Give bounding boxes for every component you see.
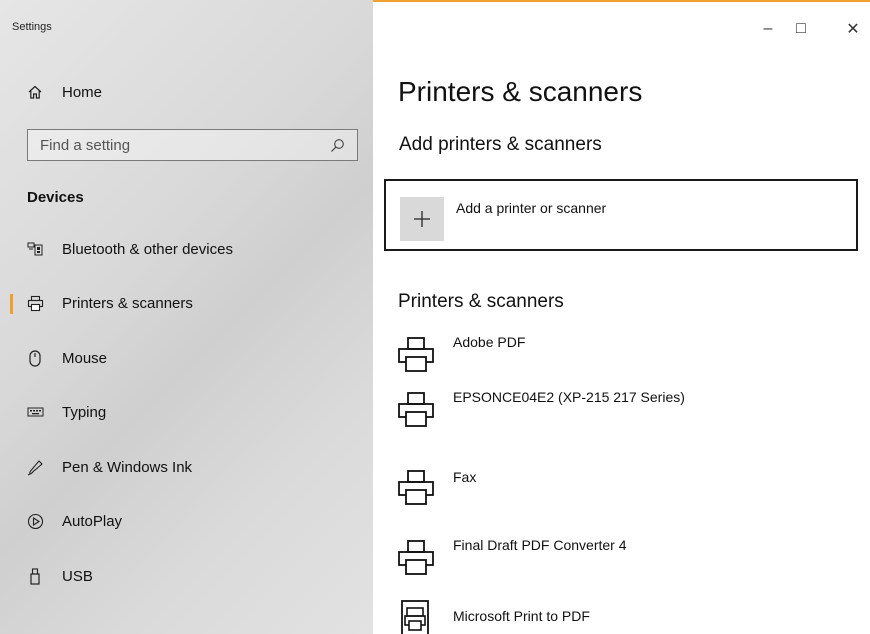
keyboard-icon xyxy=(26,403,44,421)
sidebar-item-label: Bluetooth & other devices xyxy=(62,240,233,258)
bluetooth-devices-icon xyxy=(26,240,44,258)
sidebar-item-label: Home xyxy=(62,83,103,101)
sidebar-item-label: Mouse xyxy=(62,349,108,367)
section-heading: Devices xyxy=(27,189,84,206)
settings-window: Settings Home Devices Bluetooth & other … xyxy=(0,0,870,634)
printer-name: Microsoft Print to PDF xyxy=(453,608,590,624)
search-icon xyxy=(330,138,345,158)
printer-name: Final Draft PDF Converter 4 xyxy=(453,537,627,553)
printer-icon xyxy=(397,391,435,434)
home-icon xyxy=(26,83,44,101)
printer-icon xyxy=(397,539,435,582)
sidebar-item-label: Typing xyxy=(62,403,107,421)
printers-list-heading: Printers & scanners xyxy=(398,291,564,312)
search-field[interactable] xyxy=(27,129,358,161)
sidebar-item-pen[interactable]: Pen & Windows Ink xyxy=(0,449,373,485)
search-input[interactable] xyxy=(28,135,322,155)
app-title: Settings xyxy=(12,21,52,33)
pdf-printer-icon xyxy=(397,598,435,634)
autoplay-icon xyxy=(26,512,44,530)
sidebar-item-usb[interactable]: USB xyxy=(0,558,373,594)
mouse-icon xyxy=(26,349,44,367)
printer-icon xyxy=(26,294,44,312)
maximize-button[interactable]: □ xyxy=(786,14,816,44)
sidebar-item-bluetooth[interactable]: Bluetooth & other devices xyxy=(0,231,373,267)
sidebar-item-label: USB xyxy=(62,567,93,585)
title-accent-line xyxy=(373,0,870,2)
close-button[interactable]: ✕ xyxy=(838,14,868,44)
sidebar: Settings Home Devices Bluetooth & other … xyxy=(0,0,373,634)
sidebar-item-label: AutoPlay xyxy=(62,512,123,530)
sidebar-item-printers[interactable]: Printers & scanners xyxy=(0,285,373,321)
page-title: Printers & scanners xyxy=(398,76,643,107)
sidebar-item-label: Printers & scanners xyxy=(62,294,193,312)
printer-item[interactable]: Fax xyxy=(397,443,837,505)
add-section-heading: Add printers & scanners xyxy=(399,134,602,155)
printer-icon xyxy=(397,469,435,512)
pen-icon xyxy=(26,458,44,476)
usb-icon xyxy=(26,567,44,585)
sidebar-item-autoplay[interactable]: AutoPlay xyxy=(0,503,373,539)
printer-item[interactable]: Microsoft Print to PDF xyxy=(397,596,837,634)
plus-icon xyxy=(400,197,444,241)
printer-item[interactable]: EPSONCE04E2 (XP-215 217 Series) xyxy=(397,389,837,435)
sidebar-item-mouse[interactable]: Mouse xyxy=(0,340,373,376)
add-printer-label: Add a printer or scanner xyxy=(456,200,607,216)
sidebar-item-label: Pen & Windows Ink xyxy=(62,458,193,476)
printer-name: Fax xyxy=(453,469,477,485)
add-printer-button[interactable]: Add a printer or scanner xyxy=(384,179,858,251)
sidebar-item-home[interactable]: Home xyxy=(0,74,373,110)
printer-icon xyxy=(397,336,435,379)
minimize-button[interactable]: – xyxy=(753,14,783,44)
printer-name: EPSONCE04E2 (XP-215 217 Series) xyxy=(453,389,685,405)
printer-name: Adobe PDF xyxy=(453,334,526,350)
printer-item[interactable]: Final Draft PDF Converter 4 xyxy=(397,537,837,583)
sidebar-item-typing[interactable]: Typing xyxy=(0,394,373,430)
printer-item[interactable]: Adobe PDF xyxy=(397,334,837,380)
